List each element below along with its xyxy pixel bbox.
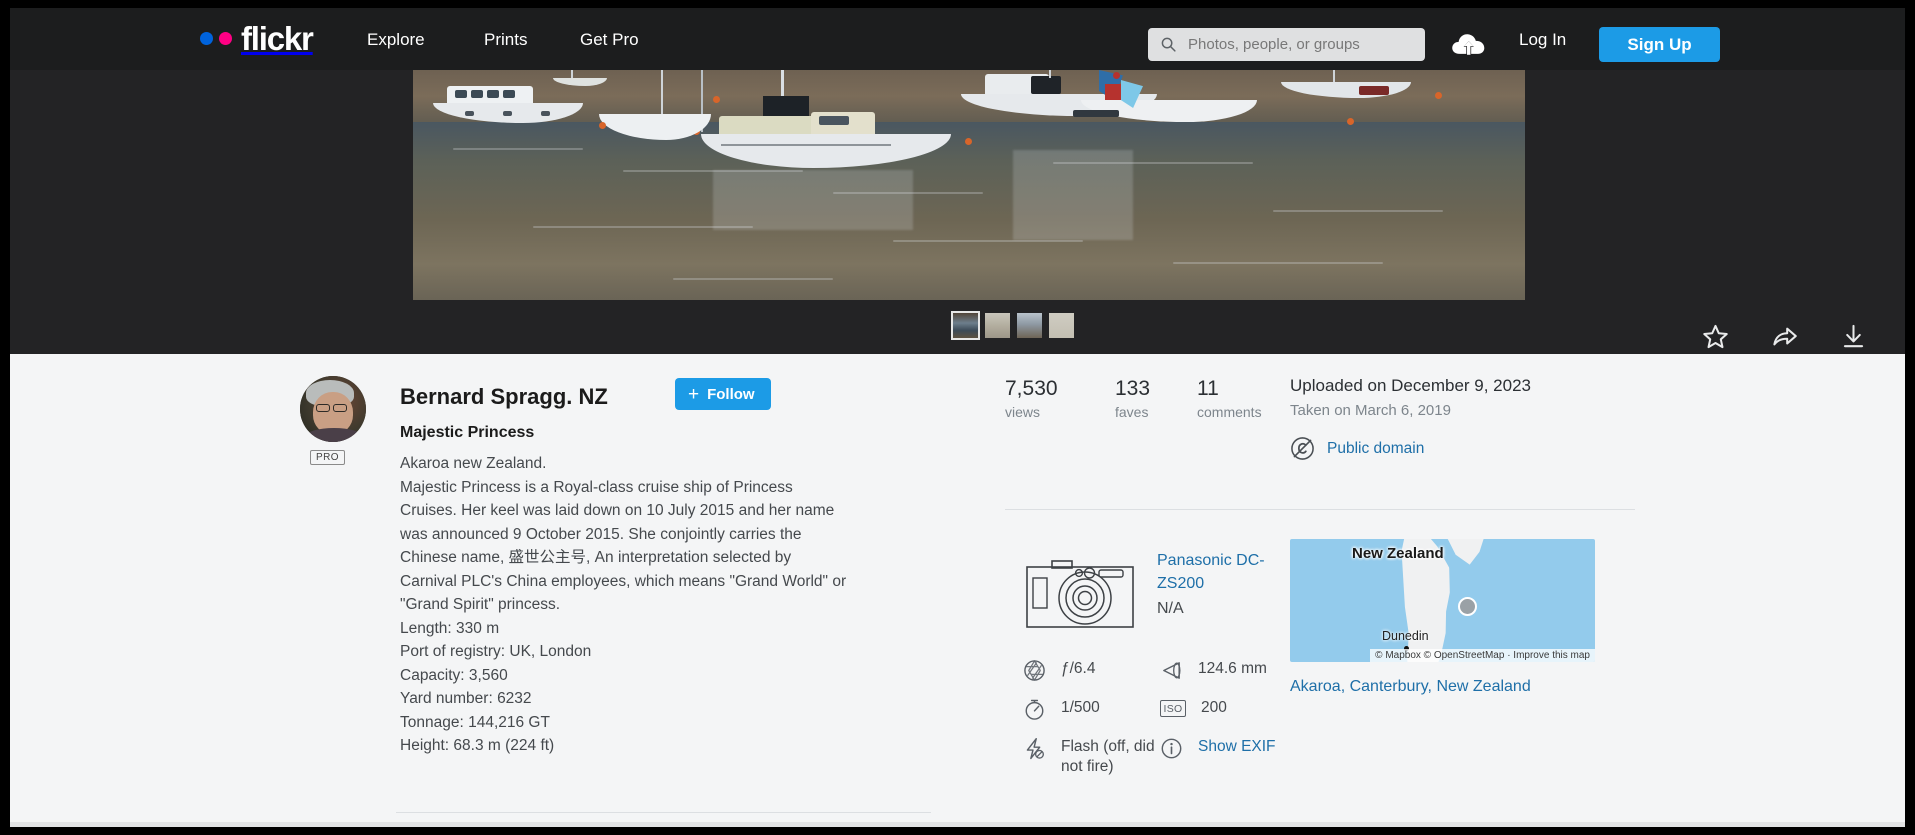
thumbnail-item[interactable] bbox=[1017, 313, 1042, 338]
aperture-icon bbox=[1023, 659, 1046, 682]
comments-label: comments bbox=[1197, 402, 1262, 422]
show-exif-row: Show EXIF bbox=[1160, 737, 1276, 760]
photo-boat-catamaran bbox=[433, 84, 588, 130]
photo-stage bbox=[10, 30, 1905, 354]
favorite-star-icon[interactable] bbox=[1702, 323, 1729, 350]
photo-buoy bbox=[1113, 72, 1120, 79]
site-header: flickr Explore Prints Get Pro Log In Sig… bbox=[10, 8, 1905, 70]
exif-aperture: ƒ/6.4 bbox=[1023, 659, 1095, 682]
exif-flash: Flash (off, did not fire) bbox=[1023, 737, 1161, 777]
photo-buoy bbox=[1435, 92, 1442, 99]
photo-buoy bbox=[713, 96, 720, 103]
plus-icon: + bbox=[688, 387, 699, 402]
exif-focal-length: 124.6 mm bbox=[1160, 659, 1267, 682]
location-map[interactable]: New Zealand Dunedin © Mapbox © OpenStree… bbox=[1290, 539, 1595, 662]
divider bbox=[396, 812, 931, 813]
stat-faves: 133 faves bbox=[1115, 376, 1150, 422]
exif-iso: ISO 200 bbox=[1160, 698, 1227, 718]
search-input[interactable] bbox=[1188, 36, 1403, 53]
photo-boat-tender bbox=[553, 74, 609, 86]
photo-meta-area: PRO Bernard Spragg. NZ + Follow Majestic… bbox=[10, 354, 1905, 827]
upload-date: Uploaded on December 9, 2023 bbox=[1290, 376, 1531, 396]
bottom-strip bbox=[10, 822, 1905, 827]
cloud-upload-icon[interactable] bbox=[1451, 30, 1487, 58]
download-icon[interactable] bbox=[1840, 323, 1867, 350]
photo-buoy bbox=[965, 138, 972, 145]
views-label: views bbox=[1005, 402, 1058, 422]
faves-count: 133 bbox=[1115, 376, 1150, 402]
nav-item-explore[interactable]: Explore bbox=[367, 30, 425, 50]
nav-item-get-pro[interactable]: Get Pro bbox=[580, 30, 639, 50]
pro-badge: PRO bbox=[310, 450, 345, 465]
divider bbox=[1005, 509, 1635, 510]
photo-buoy bbox=[599, 122, 606, 129]
shutter-speed-value: 1/500 bbox=[1061, 698, 1100, 718]
follow-button-label: Follow bbox=[707, 386, 755, 403]
share-arrow-icon[interactable] bbox=[1771, 323, 1798, 350]
logo-dot-blue-icon bbox=[200, 32, 213, 45]
page-frame: flickr Explore Prints Get Pro Log In Sig… bbox=[10, 8, 1905, 827]
flickr-logo[interactable]: flickr bbox=[200, 22, 313, 55]
aperture-value: ƒ/6.4 bbox=[1061, 659, 1095, 679]
photo-buoy bbox=[1347, 118, 1354, 125]
geo-location-link[interactable]: Akaroa, Canterbury, New Zealand bbox=[1290, 678, 1531, 696]
map-attribution[interactable]: © Mapbox © OpenStreetMap · Improve this … bbox=[1370, 649, 1595, 662]
thumbnail-item[interactable] bbox=[1049, 313, 1074, 338]
photo-boat-far-right bbox=[1281, 66, 1461, 106]
follow-button[interactable]: + Follow bbox=[675, 378, 771, 410]
faves-label: faves bbox=[1115, 402, 1150, 422]
shutter-speed-icon bbox=[1023, 698, 1046, 721]
avatar[interactable] bbox=[300, 376, 366, 442]
flash-value: Flash (off, did not fire) bbox=[1061, 737, 1161, 777]
map-location-pin[interactable] bbox=[1458, 597, 1477, 616]
thumbnail-item[interactable] bbox=[953, 313, 978, 338]
iso-icon: ISO bbox=[1160, 700, 1186, 717]
photo-description: Akaroa new Zealand. Majestic Princess is… bbox=[400, 452, 850, 758]
photo-boat-sailboat-left bbox=[599, 92, 719, 142]
search-box[interactable] bbox=[1148, 28, 1425, 61]
focal-length-value: 124.6 mm bbox=[1198, 659, 1267, 679]
thumbnail-item[interactable] bbox=[985, 313, 1010, 338]
search-icon bbox=[1160, 36, 1177, 53]
camera-model-link[interactable]: Panasonic DC-ZS200 bbox=[1157, 549, 1277, 595]
exif-shutter-speed: 1/500 bbox=[1023, 698, 1100, 721]
login-link[interactable]: Log In bbox=[1519, 30, 1566, 50]
nav-item-prints[interactable]: Prints bbox=[484, 30, 527, 50]
page-title: Majestic Princess bbox=[400, 424, 534, 442]
signup-button[interactable]: Sign Up bbox=[1599, 27, 1720, 62]
map-country-label: New Zealand bbox=[1352, 545, 1444, 562]
stat-comments: 11 comments bbox=[1197, 376, 1262, 422]
taken-date: Taken on March 6, 2019 bbox=[1290, 402, 1451, 419]
thumbnail-strip[interactable] bbox=[953, 313, 1074, 338]
stat-views: 7,530 views bbox=[1005, 376, 1058, 422]
photo-action-bar bbox=[1702, 323, 1867, 350]
flash-off-icon bbox=[1023, 737, 1046, 760]
license-link[interactable]: Public domain bbox=[1327, 440, 1424, 458]
no-copyright-icon bbox=[1290, 436, 1315, 461]
camera-lens: N/A bbox=[1157, 600, 1184, 618]
logo-wordmark: flickr bbox=[241, 22, 313, 55]
map-city-label: Dunedin bbox=[1382, 629, 1429, 643]
main-photo[interactable] bbox=[413, 30, 1525, 300]
license-row: Public domain bbox=[1290, 436, 1424, 461]
logo-dot-pink-icon bbox=[219, 32, 232, 45]
comments-count: 11 bbox=[1197, 376, 1262, 402]
views-count: 7,530 bbox=[1005, 376, 1058, 402]
compact-camera-icon bbox=[1025, 554, 1135, 634]
owner-name-link[interactable]: Bernard Spragg. NZ bbox=[400, 384, 608, 410]
info-icon bbox=[1160, 737, 1183, 760]
iso-value: 200 bbox=[1201, 698, 1227, 718]
lens-focal-icon bbox=[1160, 659, 1183, 682]
show-exif-link[interactable]: Show EXIF bbox=[1198, 737, 1276, 757]
